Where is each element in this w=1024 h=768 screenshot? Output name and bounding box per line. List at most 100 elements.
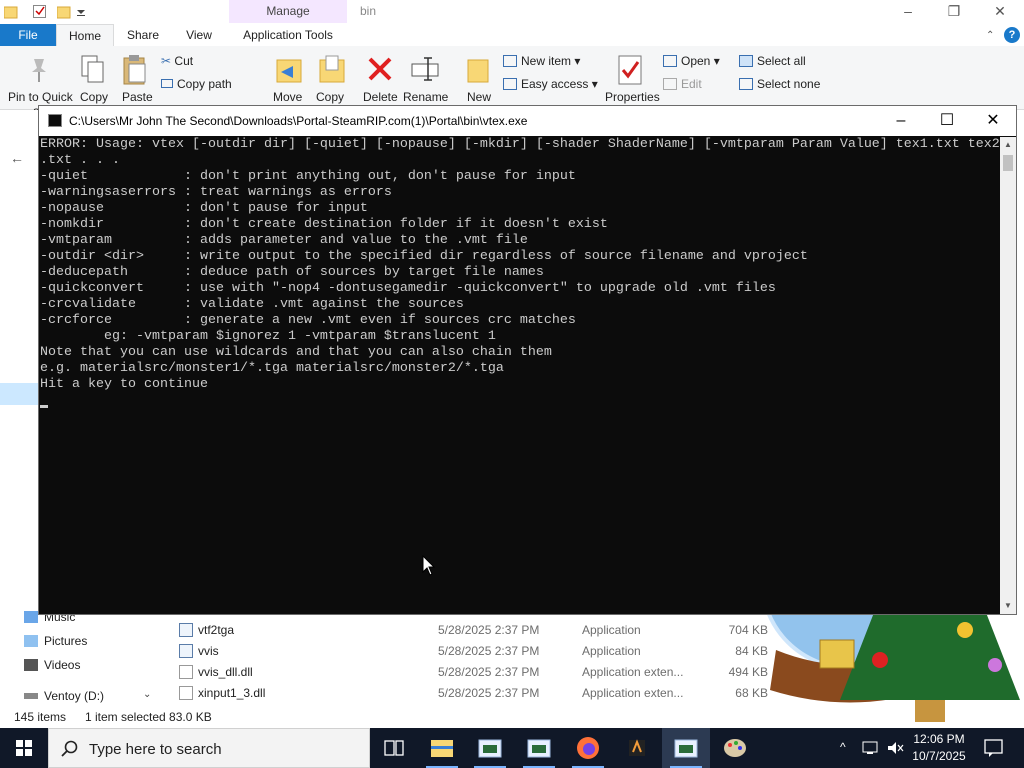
new-folder-icon[interactable] xyxy=(57,4,71,19)
taskbar: Type here to search ^ 12:06 PM 10/7/2025 xyxy=(0,728,1024,768)
open-icon xyxy=(663,55,677,67)
tab-file[interactable]: File xyxy=(0,24,56,46)
console-taskbar-button[interactable] xyxy=(515,728,563,768)
move-to-button[interactable]: Move xyxy=(273,90,302,104)
edit-icon xyxy=(663,78,677,90)
tab-manage[interactable]: Manage xyxy=(229,0,347,23)
chevron-down-icon[interactable]: ⌄ xyxy=(143,689,151,700)
console-window[interactable]: C:\Users\Mr John The Second\Downloads\Po… xyxy=(38,105,1017,615)
easy-access-button[interactable]: Easy access ▾ xyxy=(503,77,598,91)
search-icon xyxy=(61,740,78,757)
volume-muted-icon[interactable] xyxy=(886,740,904,756)
copy-path-icon xyxy=(161,79,173,88)
new-folder-button[interactable]: New xyxy=(467,90,491,104)
console-title-bar[interactable]: C:\Users\Mr John The Second\Downloads\Po… xyxy=(39,106,1016,136)
new-item-button[interactable]: New item ▾ xyxy=(503,54,580,68)
game-taskbar-button[interactable] xyxy=(613,728,661,768)
help-icon[interactable]: ? xyxy=(1004,27,1020,43)
select-none-button[interactable]: Select none xyxy=(739,77,820,91)
explorer-maximize-button[interactable]: ❐ xyxy=(931,0,977,24)
desktop-screen: Manage bin – ❐ ✕ File Home Share View Ap… xyxy=(0,0,1024,768)
network-icon[interactable] xyxy=(862,740,880,756)
scrollbar-thumb[interactable] xyxy=(1003,155,1013,171)
nav-item-videos[interactable]: Videos xyxy=(24,658,80,672)
edit-button[interactable]: Edit xyxy=(663,77,702,91)
file-date: 5/28/2025 2:37 PM xyxy=(438,686,540,700)
copy-path-label: Copy path xyxy=(177,77,232,91)
show-hidden-icons[interactable]: ^ xyxy=(840,740,846,754)
collapse-ribbon-icon[interactable]: ⌃ xyxy=(986,30,994,41)
move-to-icon xyxy=(276,59,302,83)
copy-path-button[interactable]: Copy path xyxy=(161,77,232,91)
properties-check-icon[interactable] xyxy=(33,4,47,19)
clock-date[interactable]: 10/7/2025 xyxy=(908,749,970,763)
explorer-minimize-button[interactable]: – xyxy=(885,0,931,24)
nav-item-pictures[interactable]: Pictures xyxy=(24,634,87,648)
taskbar-search-box[interactable]: Type here to search xyxy=(48,728,370,768)
music-icon xyxy=(24,611,38,623)
properties-icon xyxy=(618,55,642,85)
file-type: Application xyxy=(582,644,641,658)
console-line: -warningsaserrors : treat warnings as er… xyxy=(40,185,392,200)
pin-to-quick-access-button[interactable]: Pin to Quick xyxy=(8,90,73,104)
file-date: 5/28/2025 2:37 PM xyxy=(438,644,540,658)
ribbon-tabs: File Home Share View Application Tools ⌃… xyxy=(0,24,1024,46)
console-title: C:\Users\Mr John The Second\Downloads\Po… xyxy=(69,114,528,128)
scroll-down-icon[interactable]: ▼ xyxy=(1000,598,1016,614)
console-taskbar-button-active[interactable] xyxy=(662,728,710,768)
properties-button[interactable]: Properties xyxy=(605,90,660,104)
cut-button[interactable]: ✂ Cut xyxy=(161,54,193,68)
tab-view[interactable]: View xyxy=(176,24,222,46)
copy-to-button[interactable]: Copy xyxy=(316,90,344,104)
delete-button[interactable]: Delete xyxy=(363,90,398,104)
windows-start-button[interactable] xyxy=(0,728,48,768)
file-name: vtf2tga xyxy=(198,623,235,637)
firefox-taskbar-button[interactable] xyxy=(564,728,612,768)
rename-button[interactable]: Rename xyxy=(403,90,448,104)
console-maximize-button[interactable]: ☐ xyxy=(924,106,970,136)
tab-home[interactable]: Home xyxy=(56,24,114,46)
console-minimize-button[interactable]: – xyxy=(878,106,924,136)
scroll-up-icon[interactable]: ▲ xyxy=(1000,137,1016,153)
console-app-icon xyxy=(674,739,698,758)
customize-qat-icon[interactable] xyxy=(76,4,90,19)
clock-time[interactable]: 12:06 PM xyxy=(908,732,970,746)
paint-icon xyxy=(724,739,746,757)
pin-icon xyxy=(32,59,46,82)
console-close-button[interactable]: ✕ xyxy=(970,106,1016,136)
nav-item-label: Videos xyxy=(44,658,81,672)
item-count: 145 items xyxy=(14,710,67,724)
console-line: -crcvalidate : validate .vmt against the… xyxy=(40,297,464,312)
console-scrollbar[interactable]: ▲ ▼ xyxy=(1000,137,1016,614)
console-line: eg: -vmtparam $ignorez 1 -vmtparam $tran… xyxy=(40,329,496,344)
explorer-close-button[interactable]: ✕ xyxy=(977,0,1023,24)
console-line: Hit a key to continue xyxy=(40,377,208,392)
task-view-icon[interactable] xyxy=(370,728,418,768)
paste-button[interactable]: Paste xyxy=(122,90,153,104)
file-explorer-icon xyxy=(431,740,453,757)
scissors-icon: ✂ xyxy=(161,54,172,68)
console-line: .txt . . . xyxy=(40,153,120,168)
console-taskbar-button[interactable] xyxy=(466,728,514,768)
console-app-icon xyxy=(478,739,502,758)
tab-share[interactable]: Share xyxy=(120,24,166,46)
text-cursor xyxy=(40,405,48,408)
tab-application-tools[interactable]: Application Tools xyxy=(230,24,346,46)
paint-taskbar-button[interactable] xyxy=(711,728,759,768)
file-name: vvis_dll.dll xyxy=(198,665,253,679)
delete-icon xyxy=(368,57,392,81)
copy-to-icon xyxy=(319,55,345,83)
open-button[interactable]: Open ▾ xyxy=(663,54,720,68)
file-type: Application exten... xyxy=(582,686,684,700)
rename-icon xyxy=(411,57,439,81)
new-item-label: New item xyxy=(521,54,572,68)
back-arrow-icon[interactable]: ← xyxy=(10,150,24,166)
select-all-button[interactable]: Select all xyxy=(739,54,806,68)
copy-icon xyxy=(81,55,104,83)
console-output[interactable]: ERROR: Usage: vtex [-outdir dir] [-quiet… xyxy=(39,137,1000,614)
notifications-icon[interactable] xyxy=(984,739,1004,757)
nav-item-ventoy[interactable]: Ventoy (D:) xyxy=(24,689,104,703)
copy-button[interactable]: Copy xyxy=(80,90,108,104)
console-line: -crcforce : generate a new .vmt even if … xyxy=(40,313,576,328)
file-explorer-taskbar-button[interactable] xyxy=(418,728,466,768)
